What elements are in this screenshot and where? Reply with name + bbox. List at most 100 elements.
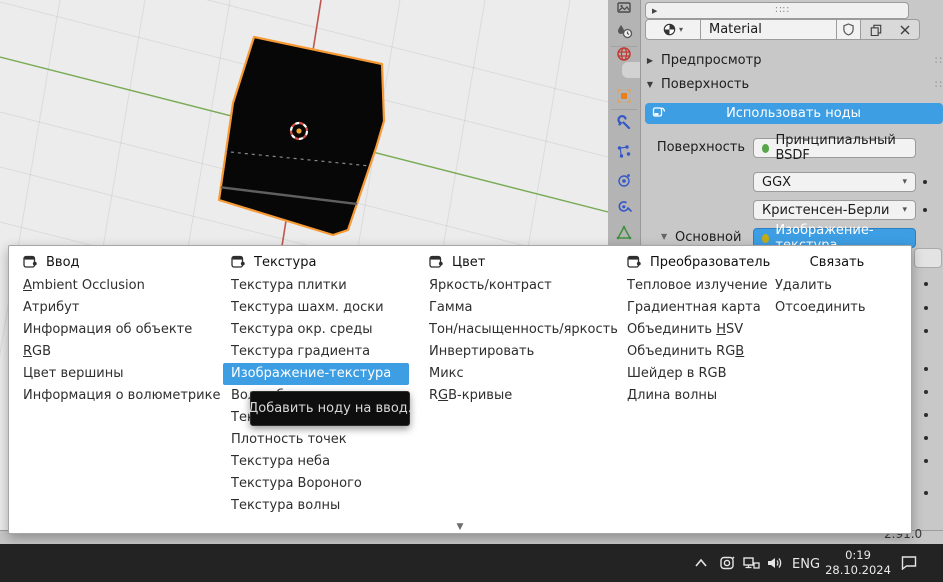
menu-item[interactable]: Удалить <box>767 275 907 297</box>
surface-shader-button[interactable]: Принципиальный BSDF <box>753 133 916 163</box>
menu-scroll-down-icon[interactable]: ▼ <box>9 522 911 532</box>
material-name-input[interactable] <box>709 22 836 37</box>
collapsed-arrow-icon: ▶ <box>646 55 654 65</box>
panel-preview[interactable]: ▶ Предпросмотр ∷∷ <box>645 52 943 68</box>
menu-item[interactable]: Микс <box>421 363 617 385</box>
surface-shader-row: Поверхность Принципиальный BSDF <box>645 133 943 163</box>
chevron-up-icon <box>695 558 707 567</box>
constraints-tab-icon[interactable] <box>615 198 633 216</box>
expanded-arrow-icon: ▼ <box>646 79 654 89</box>
network-icon <box>743 557 760 569</box>
app-tray-icon <box>720 556 735 570</box>
menu-item[interactable]: Объединить HSV <box>619 319 767 341</box>
menu-item[interactable]: Информация о волюметрике <box>15 385 220 407</box>
fake-user-toggle[interactable] <box>837 19 861 40</box>
panel-surface-label: Поверхность <box>661 76 750 92</box>
chevron-down-icon: ▾ <box>902 177 907 187</box>
node-icon <box>429 255 443 268</box>
menu-item[interactable]: Текстура неба <box>223 451 409 473</box>
menu-column-header: Связать <box>809 254 865 270</box>
menu-column-4: Преобразователь Тепловое излучение Градиен… <box>619 249 770 407</box>
menu-item[interactable]: Текстура шахм. доски <box>223 297 409 319</box>
menu-item[interactable]: Изображение-текстура <box>223 363 409 385</box>
menu-item[interactable]: Информация об объекте <box>15 319 215 341</box>
tab-highlight <box>622 62 640 78</box>
menu-item[interactable]: Текстура градиента <box>223 341 409 363</box>
menu-item[interactable]: Тепловое излучение <box>619 275 767 297</box>
menu-item[interactable]: Атрибут <box>15 297 215 319</box>
animate-dot[interactable] <box>924 390 928 394</box>
menu-item[interactable]: Ambient Occlusion <box>15 275 215 297</box>
panel-surface[interactable]: ▼ Поверхность ∷∷ <box>645 76 943 92</box>
distribution-select[interactable]: GGX ▾ <box>753 172 916 192</box>
animate-dot[interactable] <box>924 413 928 417</box>
menu-item[interactable]: Яркость/контраст <box>421 275 617 297</box>
material-sphere-icon <box>663 23 676 36</box>
subsurface-method-select[interactable]: Кристенсен-Берли ▾ <box>753 200 916 220</box>
material-name-field[interactable] <box>701 19 837 40</box>
chevron-down-icon: ▾ <box>902 205 907 215</box>
animate-dot[interactable] <box>924 459 928 463</box>
object-data-tab-icon[interactable] <box>615 224 633 242</box>
modifiers-tab-icon[interactable] <box>615 114 633 132</box>
animate-dot[interactable] <box>923 180 927 184</box>
menu-column-1: Ввод Ambient Occlusion Атрибут Информация о… <box>15 249 220 407</box>
menu-item[interactable]: Шейдер в RGB <box>619 363 767 385</box>
grip-dots[interactable]: ∷∷ <box>657 5 908 16</box>
animate-dot[interactable] <box>924 491 928 495</box>
particles-tab-icon[interactable] <box>615 143 633 161</box>
subsurface-method-value: Кристенсен-Берли <box>762 202 890 218</box>
expanded-arrow-icon: ▼ <box>661 232 668 241</box>
grip-dots[interactable]: ∷∷ <box>935 78 943 91</box>
clock[interactable]: 0:19 28.10.2024 <box>822 548 894 578</box>
use-nodes-button[interactable]: Использовать ноды <box>645 103 943 124</box>
animate-dot[interactable] <box>923 208 927 212</box>
menu-item[interactable]: Длина волны <box>619 385 767 407</box>
view-layer-tab-icon[interactable] <box>615 0 633 17</box>
animate-dot[interactable] <box>924 306 928 310</box>
menu-column-2: Текстура Текстура плитки Текстура шахм. до… <box>223 249 409 517</box>
menu-item[interactable]: Инвертировать <box>421 341 617 363</box>
menu-item[interactable]: Цвет вершины <box>15 363 215 385</box>
animate-dot[interactable] <box>924 436 928 440</box>
tray-expand-button[interactable] <box>692 555 710 571</box>
clock-time: 0:19 <box>845 548 871 562</box>
language-indicator[interactable]: ENG <box>792 557 820 572</box>
material-slot-list[interactable]: ▶ ∷∷ <box>645 2 909 19</box>
new-copy-button[interactable] <box>861 20 890 39</box>
menu-item[interactable]: Градиентная карта <box>619 297 767 319</box>
menu-item[interactable]: RGB <box>15 341 215 363</box>
base-color-label: Основной цв... <box>675 230 745 245</box>
animate-dot[interactable] <box>924 329 928 333</box>
grip-dots[interactable]: ∷∷ <box>935 54 943 67</box>
tooltip: Добавить ноду на ввод. <box>248 391 412 426</box>
network-button[interactable] <box>742 555 760 571</box>
menu-column-header: Текстура <box>223 249 409 275</box>
world-tab-icon[interactable] <box>615 45 633 63</box>
menu-item[interactable]: RGB-кривые <box>421 385 617 407</box>
surface-row-label: Поверхность <box>656 140 745 155</box>
menu-column-header: Ввод <box>15 249 215 275</box>
menu-item[interactable]: Тон/насыщенность/яркость <box>421 319 618 341</box>
menu-item[interactable]: Текстура Вороного <box>223 473 409 495</box>
menu-item[interactable]: Отсоединить <box>767 297 907 319</box>
clock-date: 28.10.2024 <box>825 563 891 577</box>
menu-item[interactable]: Текстура плитки <box>223 275 409 297</box>
menu-item[interactable]: Текстура волны <box>223 495 409 517</box>
unlink-button[interactable] <box>890 20 919 39</box>
scene-tab-icon[interactable] <box>615 22 633 40</box>
tray-app-button[interactable] <box>718 555 736 571</box>
object-tab-icon[interactable] <box>615 87 633 105</box>
material-type-dropdown[interactable]: ▾ <box>645 19 701 40</box>
action-center-button[interactable] <box>900 554 918 570</box>
menu-item[interactable]: Текстура окр. среды <box>223 319 409 341</box>
menu-item[interactable]: Плотность точек <box>223 429 409 451</box>
physics-tab-icon[interactable] <box>615 171 633 189</box>
volume-button[interactable] <box>766 555 784 571</box>
panel-preview-label: Предпросмотр <box>661 52 762 68</box>
animate-dot[interactable] <box>924 282 928 286</box>
menu-item[interactable]: Гамма <box>421 297 617 319</box>
nodetree-icon <box>652 105 666 123</box>
animate-dot[interactable] <box>924 367 928 371</box>
menu-item[interactable]: Объединить RGB <box>619 341 767 363</box>
